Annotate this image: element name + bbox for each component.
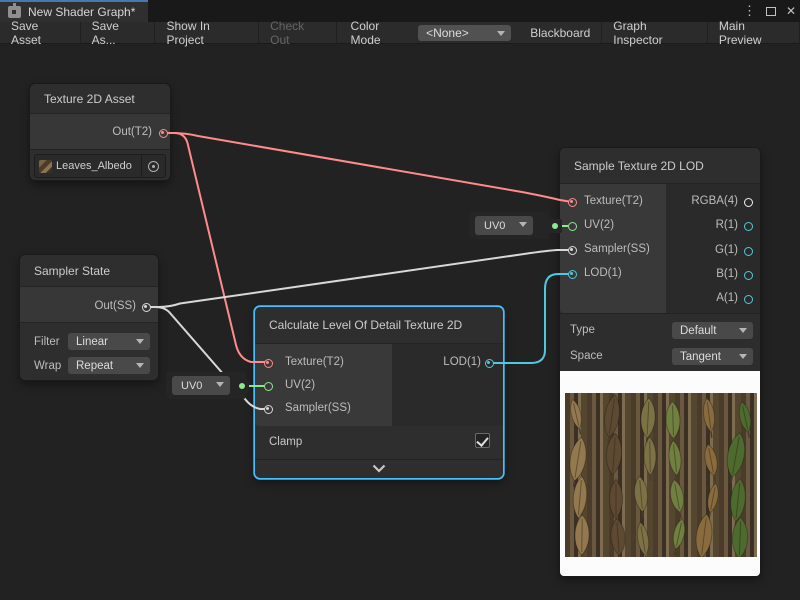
object-picker-icon <box>148 161 159 172</box>
port-label-b-out: B(1) <box>716 268 738 280</box>
port-calc-texture-in[interactable] <box>264 359 273 368</box>
node-title: Sampler State <box>20 255 158 287</box>
node-sample-texture-2d-lod[interactable]: Sample Texture 2D LOD Texture(T2) UV(2) … <box>560 148 760 576</box>
port-label-rgba-out: RGBA(4) <box>691 195 738 207</box>
port-out-ss[interactable] <box>142 303 151 312</box>
toolbar: Save Asset Save As... Show In Project Ch… <box>0 22 800 44</box>
blackboard-button[interactable]: Blackboard <box>519 22 602 43</box>
save-as-button[interactable]: Save As... <box>81 22 156 43</box>
wrap-label: Wrap <box>34 360 61 372</box>
check-out-button: Check Out <box>259 22 336 43</box>
filter-dropdown[interactable]: Linear <box>68 333 150 350</box>
port-sample-sampler-in[interactable] <box>568 246 577 255</box>
port-label-r-out: R(1) <box>716 219 738 231</box>
close-icon[interactable]: ✕ <box>786 4 796 18</box>
tab-title: New Shader Graph* <box>28 5 135 19</box>
color-mode-dropdown[interactable]: <None> <box>418 25 511 41</box>
space-label: Space <box>570 350 603 362</box>
port-sample-texture-in[interactable] <box>568 198 577 207</box>
port-label-lod-in: LOD(1) <box>584 267 622 279</box>
port-label-out-t2: Out(T2) <box>112 126 152 138</box>
window-menu-icon[interactable]: ⋮ <box>743 3 756 19</box>
port-label-texture-in: Texture(T2) <box>584 195 643 207</box>
preview-leaves-svg <box>565 393 757 557</box>
port-label-uv-in: UV(2) <box>584 219 614 231</box>
color-mode-label: Color Mode <box>337 22 419 43</box>
port-label-g-out: G(1) <box>715 244 738 256</box>
texture-thumbnail-icon <box>39 160 52 173</box>
uv-channel-dropdown[interactable]: UV0 <box>172 376 230 395</box>
port-out-t2[interactable] <box>159 129 168 138</box>
port-sample-uv-in[interactable] <box>568 222 577 231</box>
uv-channel-chip: UV0 <box>469 212 549 239</box>
port-calc-sampler-in[interactable] <box>264 405 273 414</box>
node-preview-image <box>560 371 760 576</box>
clamp-label: Clamp <box>269 436 302 448</box>
port-calc-uv-in[interactable] <box>264 382 273 391</box>
wrap-dropdown[interactable]: Repeat <box>68 357 150 374</box>
port-label-out-ss: Out(SS) <box>94 300 136 312</box>
port-label-sampler-in: Sampler(SS) <box>285 402 351 414</box>
clamp-checkbox[interactable] <box>475 433 490 448</box>
port-label-a-out: A(1) <box>716 292 738 304</box>
graph-inspector-button[interactable]: Graph Inspector <box>602 22 708 43</box>
node-texture-2d-asset[interactable]: Texture 2D Asset Out(T2) Leaves_Albedo <box>30 84 170 180</box>
port-sample-b-out[interactable] <box>744 271 753 280</box>
port-sample-a-out[interactable] <box>744 295 753 304</box>
shader-graph-icon <box>8 6 21 18</box>
node-calculate-lod-texture-2d[interactable]: Calculate Level Of Detail Texture 2D Tex… <box>255 307 503 478</box>
uv-default-value-dot <box>235 379 249 393</box>
filter-label: Filter <box>34 336 60 348</box>
collapse-chevron-icon[interactable] <box>372 464 386 473</box>
port-label-texture-in: Texture(T2) <box>285 356 344 368</box>
port-sample-g-out[interactable] <box>744 247 753 256</box>
save-asset-button[interactable]: Save Asset <box>0 22 81 43</box>
port-calc-lod-out[interactable] <box>485 359 494 368</box>
space-dropdown[interactable]: Tangent <box>672 348 753 365</box>
uv-default-value-dot <box>548 219 562 233</box>
show-in-project-button[interactable]: Show In Project <box>155 22 259 43</box>
type-dropdown[interactable]: Default <box>672 322 753 339</box>
port-label-uv-in: UV(2) <box>285 379 315 391</box>
object-picker-button[interactable] <box>141 155 165 177</box>
port-sample-r-out[interactable] <box>744 222 753 231</box>
type-label: Type <box>570 324 595 336</box>
port-label-lod-out: LOD(1) <box>443 356 481 368</box>
node-title: Sample Texture 2D LOD <box>560 148 760 184</box>
main-preview-button[interactable]: Main Preview <box>708 22 800 43</box>
uv-channel-chip: UV0 <box>166 372 246 399</box>
port-sample-rgba-out[interactable] <box>744 198 753 207</box>
uv-channel-dropdown[interactable]: UV0 <box>475 216 533 235</box>
maximize-icon[interactable] <box>766 7 776 16</box>
texture-object-field[interactable]: Leaves_Albedo <box>34 154 166 178</box>
port-sample-lod-in[interactable] <box>568 270 577 279</box>
node-title: Calculate Level Of Detail Texture 2D <box>255 307 503 344</box>
port-label-sampler-in: Sampler(SS) <box>584 243 650 255</box>
node-title: Texture 2D Asset <box>30 84 170 114</box>
shader-graph-window: New Shader Graph* ⋮ ✕ Save Asset Save As… <box>0 0 800 600</box>
node-sampler-state[interactable]: Sampler State Out(SS) Filter Linear Wrap… <box>20 255 158 380</box>
